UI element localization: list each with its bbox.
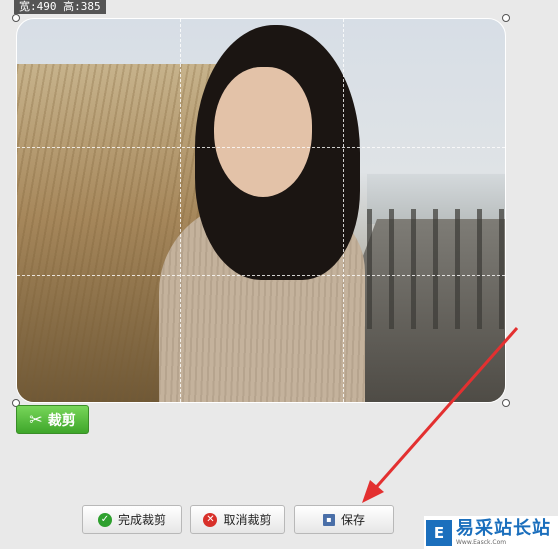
watermark: E 易采站长站 Www.Easck.Com (424, 516, 558, 549)
crop-button-label: 裁剪 (47, 412, 76, 429)
photo-preview (16, 18, 506, 403)
save-button[interactable]: ▪ 保存 (294, 505, 394, 534)
crop-size-label: 宽:490 高:385 (14, 0, 106, 14)
watermark-logo-icon: E (426, 519, 452, 546)
watermark-sub: Www.Easck.Com (456, 539, 507, 546)
cancel-crop-label: 取消裁剪 (223, 513, 272, 527)
crop-area[interactable] (12, 14, 510, 407)
crop-handle-top-left[interactable] (12, 14, 20, 22)
finish-crop-button[interactable]: ✓ 完成裁剪 (82, 505, 182, 534)
crop-handle-top-right[interactable] (502, 14, 510, 22)
finish-crop-label: 完成裁剪 (117, 513, 166, 527)
watermark-text: 易采站长站 (456, 518, 551, 539)
scissors-icon: ✂ (29, 409, 43, 429)
cancel-crop-button[interactable]: ✕ 取消裁剪 (190, 505, 285, 534)
crop-button[interactable]: ✂ 裁剪 (16, 405, 89, 434)
x-circle-icon: ✕ (203, 512, 218, 527)
disk-icon: ▪ (322, 513, 335, 526)
check-circle-icon: ✓ (97, 512, 112, 527)
save-label: 保存 (340, 513, 365, 527)
crop-handle-bottom-right[interactable] (502, 399, 510, 407)
